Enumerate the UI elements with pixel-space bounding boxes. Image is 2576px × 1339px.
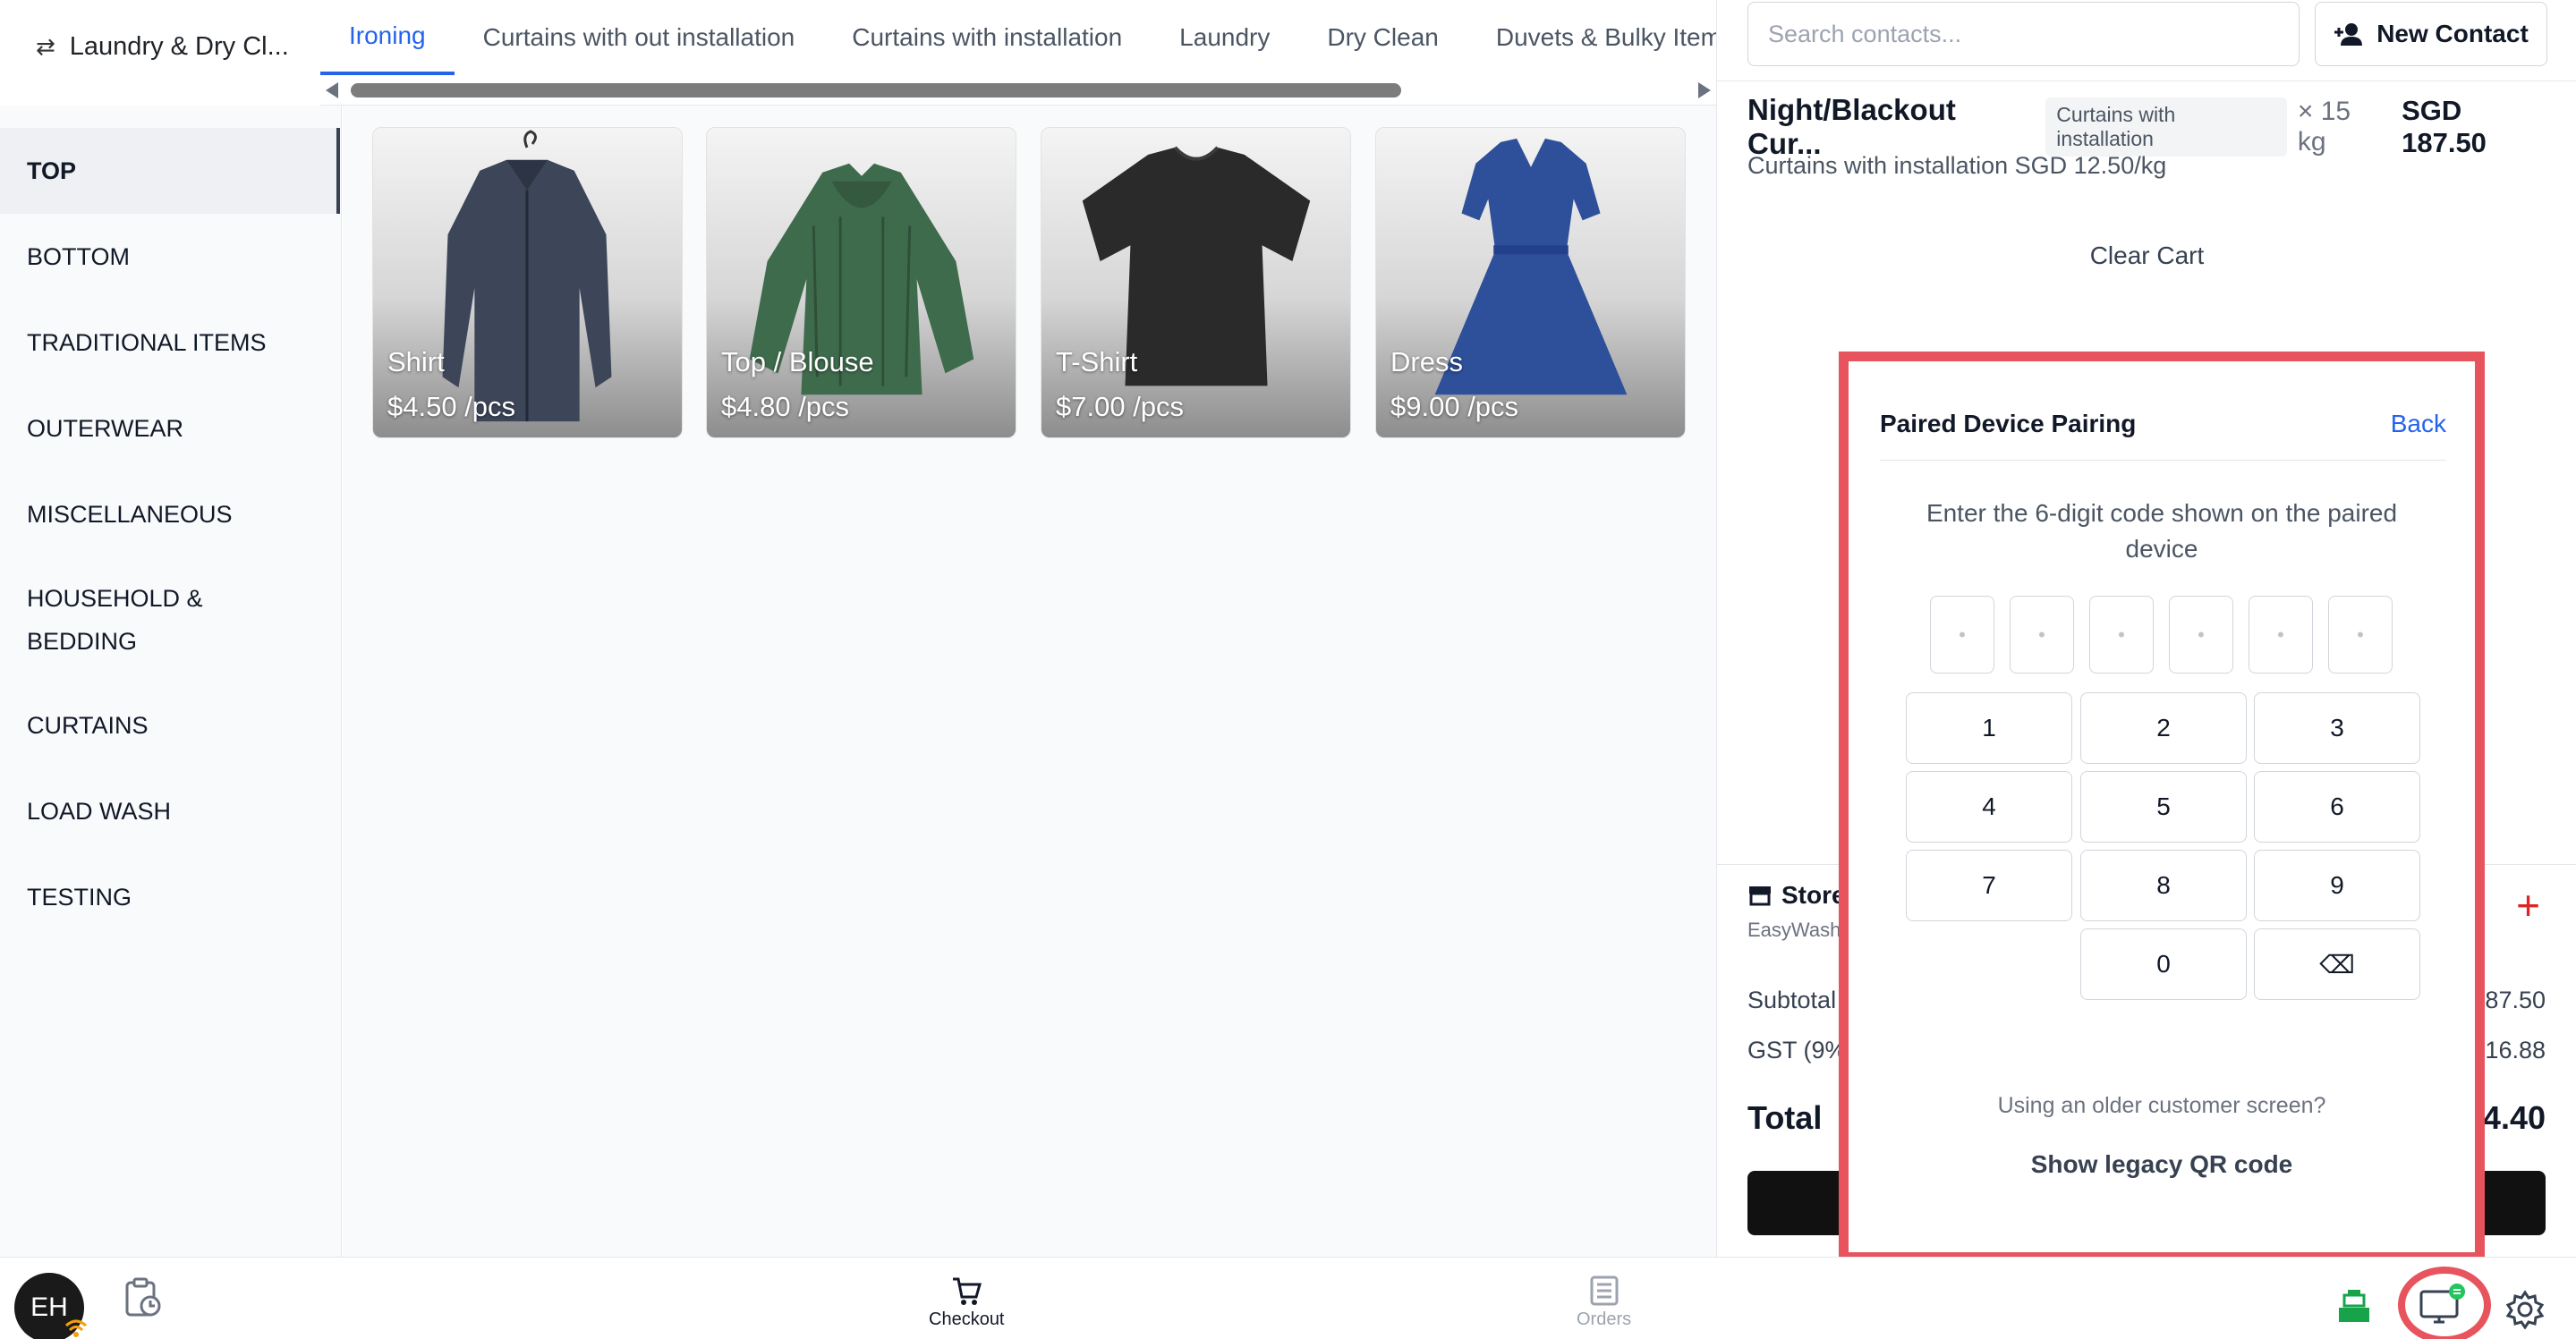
- add-person-icon: [2334, 23, 2363, 46]
- tab-curtains-with-installation[interactable]: Curtains with installation: [823, 0, 1151, 75]
- device-pairing-modal: Paired Device Pairing Back Enter the 6-d…: [1839, 352, 2485, 1262]
- key-9[interactable]: 9: [2254, 850, 2420, 921]
- back-button[interactable]: Back: [2391, 410, 2446, 460]
- product-grid: Shirt $4.50 /pcs Top / Blouse $4.80 /pcs…: [343, 106, 1716, 1257]
- tab-duvets-bulky-items[interactable]: Duvets & Bulky Item: [1467, 0, 1716, 75]
- key-3[interactable]: 3: [2254, 692, 2420, 764]
- gear-icon[interactable]: [2505, 1290, 2545, 1329]
- store-subtitle: EasyWash: [1747, 919, 1841, 941]
- gst-label: GST (9%: [1747, 1037, 1847, 1064]
- clipboard-clock-icon[interactable]: [123, 1277, 163, 1318]
- product-name: T-Shirt: [1056, 346, 1138, 377]
- checkout-nav[interactable]: Checkout: [929, 1275, 1005, 1330]
- category-curtains[interactable]: CURTAINS: [0, 682, 340, 768]
- checkout-label: Checkout: [929, 1309, 1005, 1329]
- category-household-bedding[interactable]: HOUSEHOLD & BEDDING: [0, 557, 259, 682]
- category-testing[interactable]: TESTING: [0, 854, 340, 940]
- key-2[interactable]: 2: [2080, 692, 2247, 764]
- product-card-shirt[interactable]: Shirt $4.50 /pcs: [372, 127, 683, 438]
- orders-label: Orders: [1577, 1309, 1632, 1329]
- store-icon: [1749, 886, 1771, 906]
- category-miscellaneous[interactable]: MISCELLANEOUS: [0, 471, 340, 557]
- cart-item-price: SGD 187.50: [2402, 95, 2487, 158]
- total-label: Total: [1747, 1099, 1823, 1136]
- code-digit[interactable]: •: [2249, 596, 2313, 674]
- product-card-t-shirt[interactable]: T-Shirt $7.00 /pcs: [1041, 127, 1351, 438]
- scrollbar-thumb[interactable]: [351, 83, 1401, 97]
- cart-item-qty: × 15 kg: [2297, 97, 2351, 157]
- swap-arrows-icon: ⇄: [36, 32, 55, 60]
- bottom-bar: EH Checkout Orders: [0, 1257, 2576, 1339]
- gst-value: 16.88: [2485, 1037, 2546, 1064]
- key-4[interactable]: 4: [1906, 771, 2072, 843]
- modal-title: Paired Device Pairing: [1880, 410, 2137, 437]
- category-bottom[interactable]: BOTTOM: [0, 214, 340, 300]
- product-name: Top / Blouse: [721, 346, 874, 377]
- category-top[interactable]: TOP: [0, 128, 340, 214]
- cart-line-item[interactable]: Night/Blackout Cur... Curtains with inst…: [1747, 93, 2553, 180]
- product-price: $4.50 /pcs: [387, 391, 516, 422]
- store-switcher[interactable]: ⇄ Laundry & Dry Cl...: [0, 0, 320, 93]
- key-8[interactable]: 8: [2080, 850, 2247, 921]
- product-card-top-blouse[interactable]: Top / Blouse $4.80 /pcs: [706, 127, 1016, 438]
- category-load-wash[interactable]: LOAD WASH: [0, 768, 340, 854]
- category-sidebar: TOP BOTTOM TRADITIONAL ITEMS OUTERWEAR M…: [0, 106, 342, 1257]
- tab-ironing[interactable]: Ironing: [320, 0, 455, 75]
- add-icon[interactable]: +: [2516, 885, 2540, 926]
- code-digit[interactable]: •: [2089, 596, 2154, 674]
- cart-icon: [953, 1277, 982, 1305]
- tabs-scrollbar[interactable]: [326, 81, 1716, 100]
- key-5[interactable]: 5: [2080, 771, 2247, 843]
- tab-dry-clean[interactable]: Dry Clean: [1298, 0, 1467, 75]
- customer-display-icon[interactable]: [2418, 1283, 2468, 1326]
- clear-cart-button[interactable]: Clear Cart: [1717, 242, 2576, 270]
- code-digit[interactable]: •: [2010, 596, 2074, 674]
- service-chip: Curtains with installation: [2045, 97, 2287, 157]
- orders-nav[interactable]: Orders: [1577, 1275, 1631, 1330]
- code-digit[interactable]: •: [1930, 596, 1994, 674]
- service-tabs: Ironing Curtains with out installation C…: [320, 0, 1716, 106]
- key-1[interactable]: 1: [1906, 692, 2072, 764]
- subtotal-value: 87.50: [2485, 987, 2546, 1013]
- scroll-right-arrow-icon[interactable]: [1698, 82, 1711, 98]
- store-name: Laundry & Dry Cl...: [69, 31, 289, 61]
- cash-register-icon[interactable]: [2335, 1288, 2373, 1324]
- tab-curtains-without-installation[interactable]: Curtains with out installation: [455, 0, 824, 75]
- product-price: $4.80 /pcs: [721, 391, 850, 422]
- product-price: $9.00 /pcs: [1390, 391, 1519, 422]
- code-input[interactable]: • • • • • •: [1930, 596, 2393, 674]
- category-traditional-items[interactable]: TRADITIONAL ITEMS: [0, 300, 340, 386]
- product-name: Dress: [1390, 346, 1463, 377]
- scroll-left-arrow-icon[interactable]: [326, 82, 338, 98]
- older-screen-hint: Using an older customer screen?: [1997, 1093, 2326, 1118]
- total-value: 4.40: [2482, 1099, 2546, 1136]
- code-digit[interactable]: •: [2169, 596, 2233, 674]
- store-selector[interactable]: Store: [1747, 881, 1846, 910]
- key-0[interactable]: 0: [2080, 928, 2247, 1000]
- search-contacts-input[interactable]: [1747, 2, 2300, 66]
- wifi-icon: [64, 1319, 88, 1337]
- orders-list-icon: [1590, 1275, 1619, 1306]
- subtotal-label: Subtotal: [1747, 987, 1837, 1013]
- key-7[interactable]: 7: [1906, 850, 2072, 921]
- store-label: Store: [1781, 881, 1846, 909]
- product-card-dress[interactable]: Dress $9.00 /pcs: [1375, 127, 1686, 438]
- cart-item-title: Night/Blackout Cur...: [1747, 93, 1956, 160]
- category-outerwear[interactable]: OUTERWEAR: [0, 386, 340, 471]
- code-digit[interactable]: •: [2328, 596, 2393, 674]
- show-legacy-qr-button[interactable]: Show legacy QR code: [1849, 1150, 2475, 1179]
- pairing-instruction: Enter the 6-digit code shown on the pair…: [1926, 499, 2398, 563]
- tab-laundry[interactable]: Laundry: [1151, 0, 1298, 75]
- product-price: $7.00 /pcs: [1056, 391, 1185, 422]
- new-contact-button[interactable]: New Contact: [2315, 2, 2547, 66]
- backspace-key[interactable]: ⌫: [2254, 928, 2420, 1000]
- product-name: Shirt: [387, 346, 445, 377]
- key-6[interactable]: 6: [2254, 771, 2420, 843]
- new-contact-label: New Contact: [2376, 20, 2529, 47]
